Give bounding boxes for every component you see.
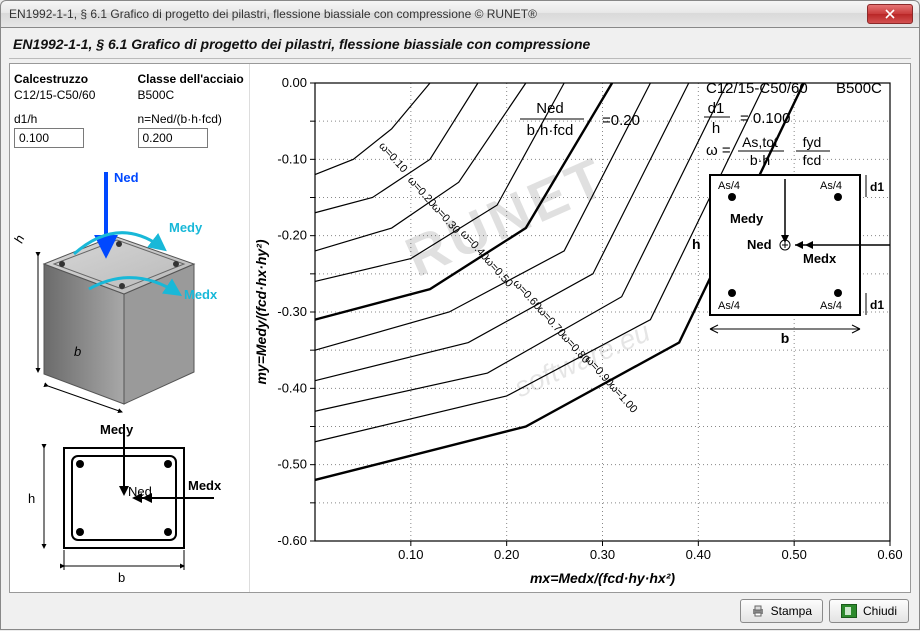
svg-text:b·h: b·h (750, 152, 770, 168)
plan-medx: Medx (188, 478, 222, 493)
svg-text:fyd: fyd (803, 134, 822, 150)
svg-text:d1: d1 (708, 100, 725, 117)
svg-text:ω=0.10: ω=0.10 (376, 140, 409, 175)
plan-ned: Ned (128, 484, 152, 499)
svg-text:d1: d1 (870, 298, 884, 312)
svg-text:As/4: As/4 (718, 180, 740, 192)
svg-text:Medy: Medy (730, 211, 764, 226)
svg-text:B500C: B500C (836, 80, 882, 97)
svg-text:ω=0.50: ω=0.50 (482, 255, 515, 290)
svg-text:mx=Medx/(fcd·hy·hx²): mx=Medx/(fcd·hy·hx²) (530, 570, 675, 586)
svg-text:h: h (692, 236, 701, 252)
svg-text:0.40: 0.40 (686, 547, 711, 562)
medy-label: Medy (169, 220, 203, 235)
svg-text:0.50: 0.50 (782, 547, 807, 562)
svg-text:-0.50: -0.50 (277, 457, 307, 472)
plan-b: b (118, 570, 125, 585)
svg-text:my=Medy/(fcd·hx·hy²): my=Medy/(fcd·hx·hy²) (253, 239, 269, 384)
concrete-value: C12/15-C50/60 (14, 88, 122, 102)
print-label: Stampa (771, 604, 812, 618)
left-panel: Calcestruzzo C12/15-C50/60 Classe dell'a… (10, 64, 250, 592)
chart-panel: RUNET software.eu 0.100.200.300.400.500.… (250, 64, 910, 592)
svg-text:-0.30: -0.30 (277, 304, 307, 319)
close-icon (885, 9, 895, 19)
concrete-label: Calcestruzzo (14, 72, 122, 86)
svg-text:ω =: ω = (706, 142, 731, 159)
medx-label: Medx (184, 287, 218, 302)
ned-label: Ned (114, 170, 139, 185)
svg-text:0.60: 0.60 (877, 547, 902, 562)
h-dim: h (14, 233, 27, 245)
svg-text:0.00: 0.00 (282, 75, 307, 90)
svg-text:ω=0.30: ω=0.30 (429, 201, 462, 236)
panel-title: EN1992-1-1, § 6.1 Grafico di progetto de… (9, 34, 911, 59)
n-input[interactable] (138, 128, 208, 148)
svg-text:As,tot: As,tot (742, 134, 778, 150)
svg-text:fcd: fcd (803, 152, 822, 168)
svg-text:As/4: As/4 (718, 300, 740, 312)
d1h-input[interactable] (14, 128, 84, 148)
steel-value: B500C (138, 88, 246, 102)
svg-text:b: b (781, 330, 790, 346)
plan-medy: Medy (100, 422, 134, 437)
window-title: EN1992-1-1, § 6.1 Grafico di progetto de… (9, 7, 867, 21)
print-button[interactable]: Stampa (740, 599, 823, 623)
design-chart: 0.10 0.20 0.30 0.40 0.50 0.60 -0.60 -0.50 -0.40 -… (250, 64, 910, 592)
svg-text:As/4: As/4 (820, 300, 842, 312)
d1h-label: d1/h (14, 112, 122, 126)
svg-text:Ned: Ned (747, 237, 772, 252)
client-area: EN1992-1-1, § 6.1 Grafico di progetto de… (0, 28, 920, 630)
svg-text:-0.20: -0.20 (277, 228, 307, 243)
steel-label: Classe dell'acciaio (138, 72, 246, 86)
column-3d-diagram: Ned Medy Medx h b (14, 154, 246, 414)
svg-text:-0.40: -0.40 (277, 380, 307, 395)
exit-icon (841, 604, 857, 618)
svg-text:ω=1.00: ω=1.00 (606, 380, 639, 415)
svg-text:C12/15-C50/60: C12/15-C50/60 (706, 80, 808, 97)
svg-text:= 0.100: = 0.100 (740, 110, 790, 127)
svg-text:-0.60: -0.60 (277, 533, 307, 548)
titlebar: EN1992-1-1, § 6.1 Grafico di progetto de… (0, 0, 920, 28)
n-label: n=Ned/(b·h·fcd) (138, 112, 246, 126)
svg-text:As/4: As/4 (820, 180, 842, 192)
svg-text:Ned: Ned (536, 100, 564, 117)
window-close-button[interactable] (867, 4, 913, 24)
content: Calcestruzzo C12/15-C50/60 Classe dell'a… (9, 63, 911, 593)
svg-text:Medx: Medx (803, 251, 837, 266)
close-label: Chiudi (863, 604, 897, 618)
svg-text:-0.10: -0.10 (277, 151, 307, 166)
plan-h: h (28, 491, 35, 506)
svg-text:d1: d1 (870, 180, 884, 194)
svg-text:h: h (712, 120, 720, 137)
svg-text:0.30: 0.30 (590, 547, 615, 562)
plan-diagram: Medy Ned Medx h b (14, 418, 246, 588)
svg-text:=0.20: =0.20 (602, 112, 640, 129)
b-dim: b (74, 344, 81, 359)
svg-text:b·h·fcd: b·h·fcd (527, 122, 574, 139)
footer-buttons: Stampa Chiudi (740, 599, 909, 623)
svg-text:0.10: 0.10 (398, 547, 423, 562)
svg-text:0.20: 0.20 (494, 547, 519, 562)
close-button[interactable]: Chiudi (829, 599, 909, 623)
printer-icon (751, 605, 765, 617)
